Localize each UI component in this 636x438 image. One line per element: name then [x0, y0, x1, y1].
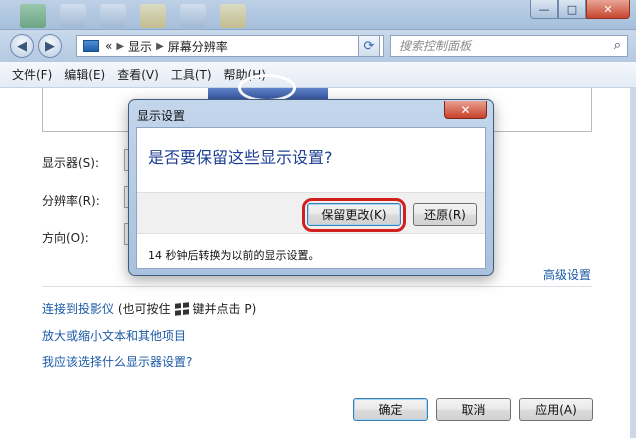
- folder-icon: [140, 4, 166, 28]
- minimize-button[interactable]: —: [530, 0, 558, 19]
- display-settings-help-link[interactable]: 我应该选择什么显示器设置?: [42, 353, 192, 370]
- thumbnail-icon: [20, 4, 46, 28]
- highlight-annotation: [302, 198, 406, 232]
- address-overflow[interactable]: «: [105, 39, 112, 53]
- advanced-settings-link[interactable]: 高级设置: [543, 266, 591, 283]
- ok-button[interactable]: 确定: [353, 398, 428, 421]
- projector-hint-text: 键并点击 P): [192, 302, 257, 316]
- thumbnail-icon: [180, 4, 206, 28]
- navigation-bar: ◀ ▶ « ▶ 显示 ▶ 屏幕分辨率 ▼ ⟳ ⌕: [0, 30, 636, 62]
- projector-row: 连接到投影仪 (也可按住 键并点击 P): [42, 300, 256, 317]
- taskbar-thumbnails: [20, 4, 246, 28]
- dialog-question: 是否要保留这些显示设置?: [148, 148, 333, 167]
- orientation-label: 方向(O):: [42, 231, 89, 245]
- divider: [42, 286, 592, 287]
- forward-button[interactable]: ▶: [38, 34, 62, 58]
- refresh-button[interactable]: ⟳: [358, 35, 380, 57]
- connect-projector-link[interactable]: 连接到投影仪: [42, 302, 114, 316]
- address-bar[interactable]: « ▶ 显示 ▶ 屏幕分辨率 ▼: [76, 35, 384, 57]
- breadcrumb-resolution[interactable]: 屏幕分辨率: [168, 38, 228, 55]
- window-controls: — □ ✕: [530, 0, 630, 19]
- apply-button[interactable]: 应用(A): [519, 398, 593, 421]
- windows-key-icon: [174, 302, 189, 316]
- menu-file[interactable]: 文件(F): [6, 66, 58, 83]
- breadcrumb-separator-icon: ▶: [116, 40, 125, 52]
- search-input[interactable]: [399, 39, 599, 53]
- revert-button[interactable]: 还原(R): [413, 203, 477, 226]
- display-settings-dialog: 显示设置 ✕ 是否要保留这些显示设置? 保留更改(K) 还原(R) 14 秒钟后…: [128, 99, 494, 276]
- projector-hint-text: (也可按住: [117, 302, 171, 316]
- thumbnail-icon: [60, 4, 86, 28]
- text-size-link[interactable]: 放大或缩小文本和其他项目: [42, 327, 186, 344]
- dialog-body: 是否要保留这些显示设置? 保留更改(K) 还原(R) 14 秒钟后转换为以前的显…: [136, 127, 486, 269]
- control-panel-icon: [83, 40, 99, 52]
- breadcrumb-separator-icon: ▶: [156, 40, 164, 52]
- breadcrumb-display[interactable]: 显示: [128, 38, 152, 55]
- menu-view[interactable]: 查看(V): [111, 66, 165, 83]
- menu-tools[interactable]: 工具(T): [165, 66, 218, 83]
- dialog-close-button[interactable]: ✕: [444, 101, 487, 119]
- resolution-label: 分辨率(R):: [42, 194, 100, 208]
- close-button[interactable]: ✕: [586, 0, 630, 19]
- search-box[interactable]: ⌕: [390, 35, 628, 57]
- countdown-note: 14 秒钟后转换为以前的显示设置。: [148, 249, 320, 262]
- thumbnail-icon: [100, 4, 126, 28]
- menu-bar: 文件(F) 编辑(E) 查看(V) 工具(T) 帮助(H): [0, 62, 636, 88]
- maximize-button[interactable]: □: [558, 0, 586, 19]
- menu-edit[interactable]: 编辑(E): [58, 66, 111, 83]
- dialog-title: 显示设置: [137, 109, 186, 123]
- folder-icon: [220, 4, 246, 28]
- back-button[interactable]: ◀: [10, 34, 34, 58]
- search-icon[interactable]: ⌕: [614, 38, 621, 53]
- display-label: 显示器(S):: [42, 156, 100, 170]
- window-titlebar: — □ ✕: [0, 0, 636, 30]
- scrollbar[interactable]: [630, 88, 636, 438]
- cancel-button[interactable]: 取消: [436, 398, 511, 421]
